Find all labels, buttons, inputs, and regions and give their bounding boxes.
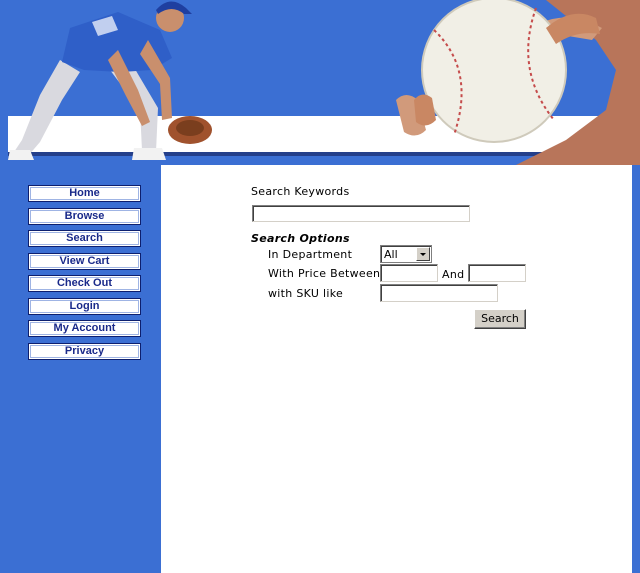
search-keywords-input[interactable] xyxy=(252,205,470,222)
search-content-area: Search Keywords Search Options In Depart… xyxy=(161,165,632,573)
department-selected-value: All xyxy=(384,248,398,261)
sidebar: Home Browse Search View Cart Check Out L… xyxy=(0,165,161,573)
nav-login-button[interactable]: Login xyxy=(28,298,141,315)
nav-check-out-button[interactable]: Check Out xyxy=(28,275,141,292)
department-label: In Department xyxy=(268,248,353,261)
chevron-down-icon[interactable] xyxy=(416,247,430,261)
nav-home-button[interactable]: Home xyxy=(28,185,141,202)
nav-my-account-button[interactable]: My Account xyxy=(28,320,141,337)
nav-view-cart-button[interactable]: View Cart xyxy=(28,253,141,270)
nav-browse-button[interactable]: Browse xyxy=(28,208,141,225)
right-border-strip xyxy=(632,165,640,573)
price-and-label: And xyxy=(442,268,465,281)
sku-input[interactable] xyxy=(380,284,498,302)
nav-privacy-button[interactable]: Privacy xyxy=(28,343,141,360)
search-keywords-label: Search Keywords xyxy=(251,185,350,198)
sku-label: with SKU like xyxy=(268,287,344,300)
price-between-label: With Price Between xyxy=(268,267,381,280)
price-max-input[interactable] xyxy=(468,264,526,282)
search-submit-button[interactable]: Search xyxy=(474,309,526,329)
baseball-player-image xyxy=(8,1,212,160)
department-select[interactable]: All xyxy=(380,245,432,263)
price-min-input[interactable] xyxy=(380,264,438,282)
softball-hand-image xyxy=(396,0,640,165)
search-options-heading: Search Options xyxy=(251,232,350,245)
nav-search-button[interactable]: Search xyxy=(28,230,141,247)
header-banner xyxy=(0,0,640,165)
